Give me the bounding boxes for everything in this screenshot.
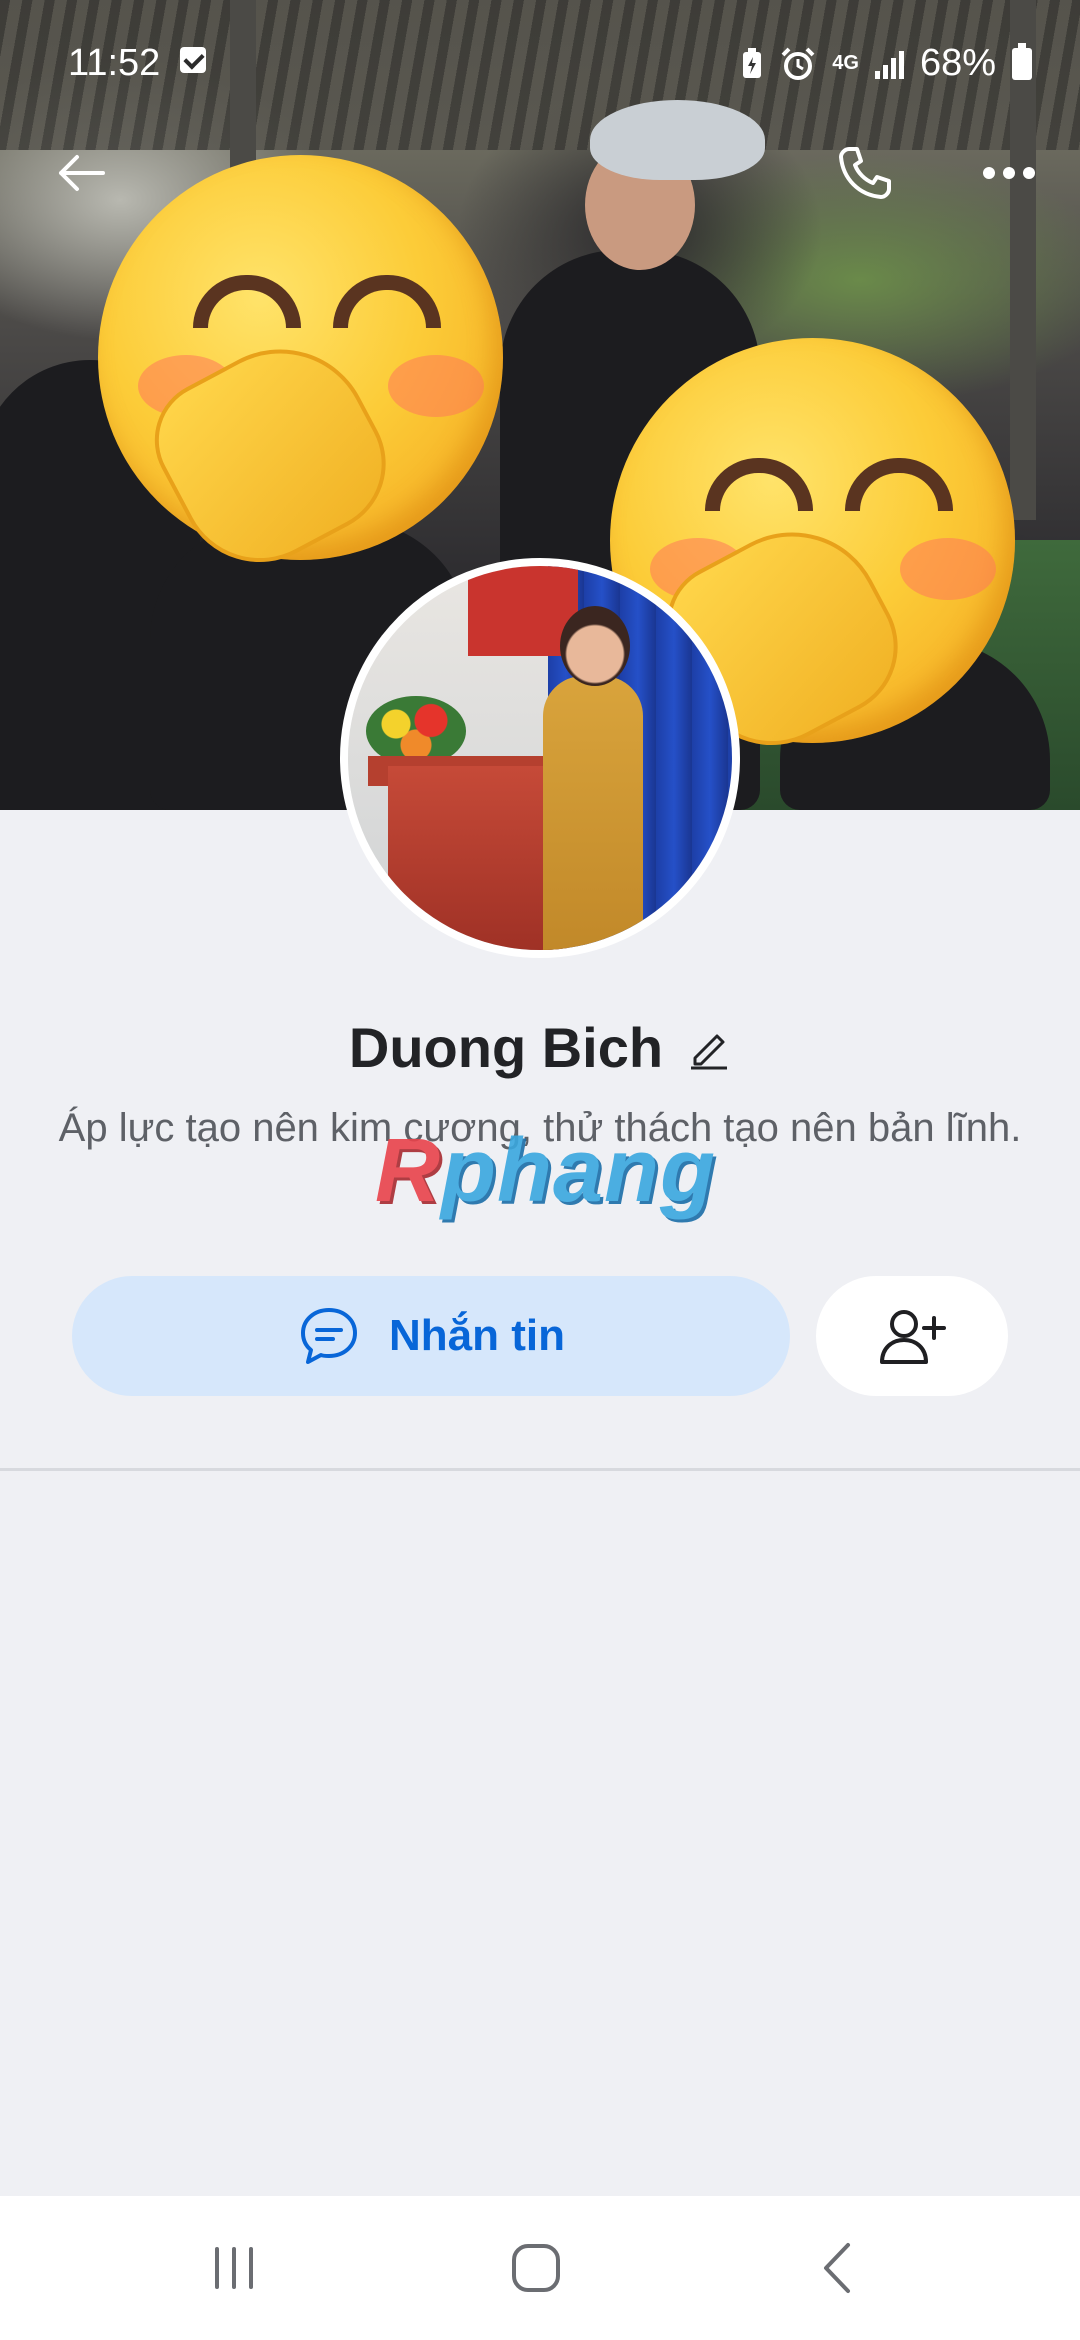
more-button[interactable] [964, 128, 1054, 218]
profile-name: Duong Bich [348, 1016, 664, 1079]
battery-percent: 68% [919, 42, 996, 84]
section-divider [0, 1468, 1080, 1471]
back-chevron-icon [824, 2243, 850, 2293]
back-button[interactable] [36, 128, 126, 218]
message-button[interactable]: Nhắn tin [72, 1276, 790, 1396]
emoji-eye [333, 275, 441, 328]
emoji-blush [900, 538, 996, 600]
avatar[interactable] [340, 558, 740, 958]
chat-bubble-icon [301, 1308, 357, 1364]
watermark-logo: Rphang [375, 1120, 716, 1223]
system-nav-bar [0, 2196, 1080, 2340]
signal-icon [874, 49, 904, 79]
avatar-dress [543, 676, 643, 950]
profile-name-row: Duong Bich [0, 1015, 1080, 1080]
avatar-podium [388, 766, 568, 950]
emoji-blush [388, 355, 484, 417]
network-4g-icon: 4G [832, 52, 859, 74]
phone-icon [839, 147, 891, 199]
pencil-icon [691, 1034, 728, 1069]
status-time: 11:52 [68, 42, 161, 84]
add-friend-button[interactable] [816, 1276, 1008, 1396]
avatar-head [560, 606, 630, 686]
emoji-eye [705, 458, 813, 511]
more-dots-icon [983, 167, 1035, 179]
call-button[interactable] [820, 128, 910, 218]
checkbox-icon [180, 47, 206, 73]
edit-name-button[interactable] [687, 1026, 731, 1070]
watermark-rest: phang [441, 1121, 716, 1221]
arrow-left-icon [59, 155, 105, 191]
status-bar: 11:52 4G 68% [0, 0, 1080, 98]
recents-icon [215, 2247, 253, 2289]
status-icons: 4G 68% [740, 42, 1032, 85]
emoji-eye [193, 275, 301, 328]
watermark-first-letter: R [375, 1121, 441, 1221]
covering-face-emoji [98, 155, 503, 591]
system-back-button[interactable] [778, 2218, 898, 2318]
recents-button[interactable] [174, 2218, 294, 2318]
home-button[interactable] [476, 2218, 596, 2318]
home-icon [512, 2244, 560, 2292]
alarm-icon [781, 47, 815, 80]
profile-screen: 11:52 4G 68% Duong Bich Áp lực tạo nên k… [0, 0, 1080, 2340]
cover-hat [590, 100, 765, 180]
battery-icon [1012, 42, 1032, 80]
message-button-label: Nhắn tin [389, 1311, 565, 1360]
add-user-icon [880, 1310, 946, 1364]
emoji-eye [845, 458, 953, 511]
battery-saver-icon [743, 47, 762, 78]
